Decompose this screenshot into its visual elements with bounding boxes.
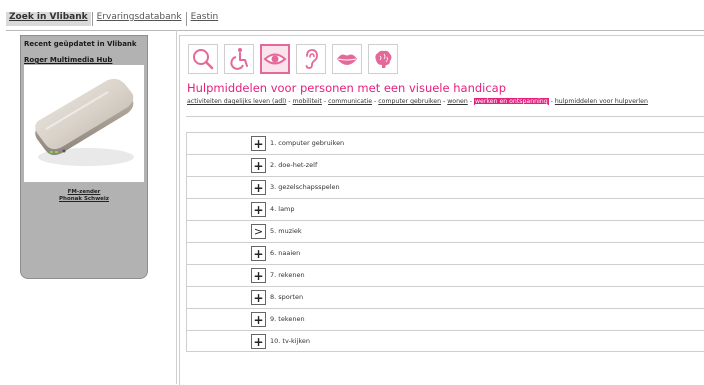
category-list: + 1. computer gebruiken + 2. doe-het-zel… bbox=[186, 132, 704, 352]
expand-toggle[interactable]: + bbox=[251, 136, 266, 151]
breadcrumb-separator: - bbox=[288, 98, 291, 105]
product-image[interactable] bbox=[24, 65, 144, 182]
expand-toggle[interactable]: + bbox=[251, 202, 266, 217]
category-label[interactable]: 10. tv-kijken bbox=[270, 337, 310, 345]
top-navigation: Zoek in Vlibank Ervaringsdatabank Eastin bbox=[6, 12, 221, 26]
disability-category-icons bbox=[188, 44, 398, 74]
breadcrumb-separator: - bbox=[550, 98, 553, 105]
breadcrumb-item-adl[interactable]: activiteiten dagelijks leven (adl) bbox=[187, 98, 286, 105]
visual-disability-button[interactable] bbox=[260, 44, 290, 74]
category-label[interactable]: 5. muziek bbox=[270, 227, 302, 235]
expand-toggle[interactable]: + bbox=[251, 246, 266, 261]
content-divider bbox=[186, 116, 704, 117]
header-divider bbox=[6, 30, 704, 31]
breadcrumb-separator: - bbox=[374, 98, 377, 105]
category-row[interactable]: + 4. lamp bbox=[186, 198, 704, 220]
breadcrumb-item-computer-gebruiken[interactable]: computer gebruiken bbox=[378, 98, 441, 105]
product-caption[interactable]: FM-zender Phonak Schweiz bbox=[21, 189, 147, 203]
expand-toggle[interactable]: + bbox=[251, 312, 266, 327]
page-title: Hulpmiddelen voor personen met een visue… bbox=[187, 81, 507, 95]
recent-updates-panel: Recent geüpdatet in Vlibank Roger Multim… bbox=[20, 35, 148, 279]
ear-icon bbox=[305, 49, 318, 69]
category-row[interactable]: + 10. tv-kijken bbox=[186, 330, 704, 352]
tab-ervaringsdatabank[interactable]: Ervaringsdatabank bbox=[94, 12, 185, 26]
category-row[interactable]: + 7. rekenen bbox=[186, 264, 704, 286]
recent-updates-heading: Recent geüpdatet in Vlibank bbox=[24, 40, 137, 48]
wheelchair-icon bbox=[230, 48, 248, 70]
column-divider bbox=[176, 30, 177, 384]
breadcrumb-item-hulpmiddelen-voor-hulpverlening[interactable]: hulpmiddelen voor hulpverlen bbox=[555, 98, 648, 105]
lips-icon bbox=[337, 54, 357, 65]
category-label[interactable]: 6. naaien bbox=[270, 249, 300, 257]
category-row[interactable]: + 8. sporten bbox=[186, 286, 704, 308]
breadcrumb-separator: - bbox=[443, 98, 446, 105]
motor-disability-button[interactable] bbox=[224, 44, 254, 74]
category-label[interactable]: 2. doe-het-zelf bbox=[270, 161, 317, 169]
category-label[interactable]: 4. lamp bbox=[270, 205, 295, 213]
hearing-disability-button[interactable] bbox=[296, 44, 326, 74]
tab-divider bbox=[185, 12, 187, 26]
breadcrumb-item-mobiliteit[interactable]: mobiliteit bbox=[293, 98, 322, 105]
breadcrumb-separator: - bbox=[469, 98, 472, 105]
breadcrumb-separator: - bbox=[323, 98, 327, 105]
category-label[interactable]: 8. sporten bbox=[270, 293, 303, 301]
breadcrumb-item-werken-en-ontspanning[interactable]: werken en ontspanning bbox=[473, 98, 549, 105]
category-row[interactable]: + 9. tekenen bbox=[186, 308, 704, 330]
category-row[interactable]: + 6. naaien bbox=[186, 242, 704, 264]
featured-product-link[interactable]: Roger Multimedia Hub bbox=[21, 48, 147, 64]
tab-eastin[interactable]: Eastin bbox=[188, 12, 222, 26]
expand-toggle[interactable]: + bbox=[251, 180, 266, 195]
eye-icon bbox=[263, 53, 287, 65]
breadcrumb-item-wonen[interactable]: wonen bbox=[447, 98, 468, 105]
category-row[interactable]: + 1. computer gebruiken bbox=[186, 132, 704, 154]
expand-toggle[interactable]: + bbox=[251, 268, 266, 283]
expand-toggle[interactable]: + bbox=[251, 290, 266, 305]
product-type-label: FM-zender bbox=[67, 189, 101, 195]
breadcrumb-item-communicatie[interactable]: communicatie bbox=[328, 98, 372, 105]
breadcrumb: activiteiten dagelijks leven (adl) - mobil… bbox=[187, 98, 648, 105]
category-label[interactable]: 1. computer gebruiken bbox=[270, 139, 344, 147]
main-panel: Hulpmiddelen voor personen met een visue… bbox=[179, 35, 704, 385]
expand-toggle[interactable]: + bbox=[251, 158, 266, 173]
category-row[interactable]: > 5. muziek bbox=[186, 220, 704, 242]
category-row[interactable]: + 2. doe-het-zelf bbox=[186, 154, 704, 176]
brain-icon bbox=[375, 50, 392, 68]
cognitive-disability-button[interactable] bbox=[368, 44, 398, 74]
expand-toggle[interactable]: + bbox=[251, 334, 266, 349]
product-brand-label: Phonak Schweiz bbox=[59, 196, 109, 202]
hub-device-image bbox=[35, 78, 134, 166]
category-label[interactable]: 7. rekenen bbox=[270, 271, 305, 279]
tab-zoek-in-vlibank[interactable]: Zoek in Vlibank bbox=[6, 12, 91, 26]
search-icon bbox=[193, 49, 214, 70]
expand-toggle[interactable]: > bbox=[251, 224, 266, 239]
speech-disability-button[interactable] bbox=[332, 44, 362, 74]
category-label[interactable]: 9. tekenen bbox=[270, 315, 305, 323]
tab-divider bbox=[91, 12, 93, 26]
category-label[interactable]: 3. gezelschapsspelen bbox=[270, 183, 340, 191]
search-category-button[interactable] bbox=[188, 44, 218, 74]
category-row[interactable]: + 3. gezelschapsspelen bbox=[186, 176, 704, 198]
